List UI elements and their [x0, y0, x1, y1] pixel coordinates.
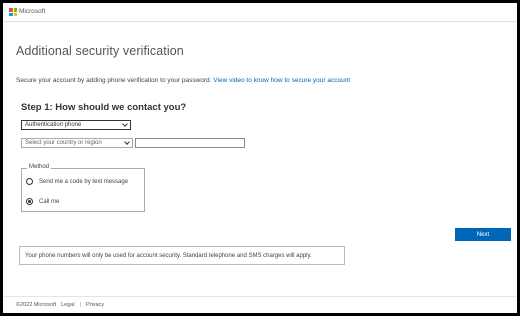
- next-button[interactable]: Next: [455, 228, 511, 241]
- step-heading: Step 1: How should we contact you?: [21, 102, 187, 113]
- radio-label: Send me a code by text message: [39, 178, 129, 185]
- notice-box: Your phone numbers will only be used for…: [19, 246, 345, 265]
- radio-button[interactable]: [26, 178, 33, 185]
- contact-method-select[interactable]: Authentication phone: [21, 120, 131, 130]
- radio-option-text-message[interactable]: Send me a code by text message: [26, 178, 128, 185]
- page-title: Additional security verification: [16, 44, 184, 58]
- chevron-down-icon: [124, 139, 130, 145]
- legal-link[interactable]: Legal: [61, 302, 74, 308]
- footer-separator: |: [79, 302, 82, 308]
- copyright-text: ©2022 Microsoft: [16, 302, 57, 308]
- intro-description: Secure your account by adding phone veri…: [16, 77, 212, 84]
- footer: ©2022 Microsoft Legal | Privacy: [3, 296, 517, 313]
- chevron-down-icon: [122, 121, 128, 127]
- footer-links: ©2022 Microsoft Legal | Privacy: [16, 302, 104, 308]
- country-select-value: Select your country or region: [25, 140, 102, 146]
- radio-label: Call me: [39, 198, 60, 205]
- method-legend: Method: [27, 164, 52, 170]
- brand-name: Microsoft: [19, 8, 46, 15]
- method-fieldset: Method Send me a code by text message Ca…: [21, 164, 145, 212]
- radio-button[interactable]: [26, 198, 33, 205]
- contact-method-value: Authentication phone: [25, 122, 82, 128]
- notice-text: Your phone numbers will only be used for…: [25, 252, 312, 259]
- header-bar: Microsoft: [3, 3, 517, 22]
- radio-option-call-me[interactable]: Call me: [26, 198, 59, 205]
- main-content: Additional security verification Secure …: [12, 25, 512, 295]
- intro-text: Secure your account by adding phone veri…: [16, 77, 350, 84]
- view-video-link[interactable]: View video to know how to secure your ac…: [213, 77, 350, 84]
- privacy-link[interactable]: Privacy: [86, 302, 104, 308]
- country-select[interactable]: Select your country or region: [21, 138, 133, 148]
- microsoft-logo-icon: [9, 8, 17, 16]
- phone-number-input[interactable]: [135, 138, 245, 148]
- browser-frame: Microsoft Additional security verificati…: [0, 0, 520, 316]
